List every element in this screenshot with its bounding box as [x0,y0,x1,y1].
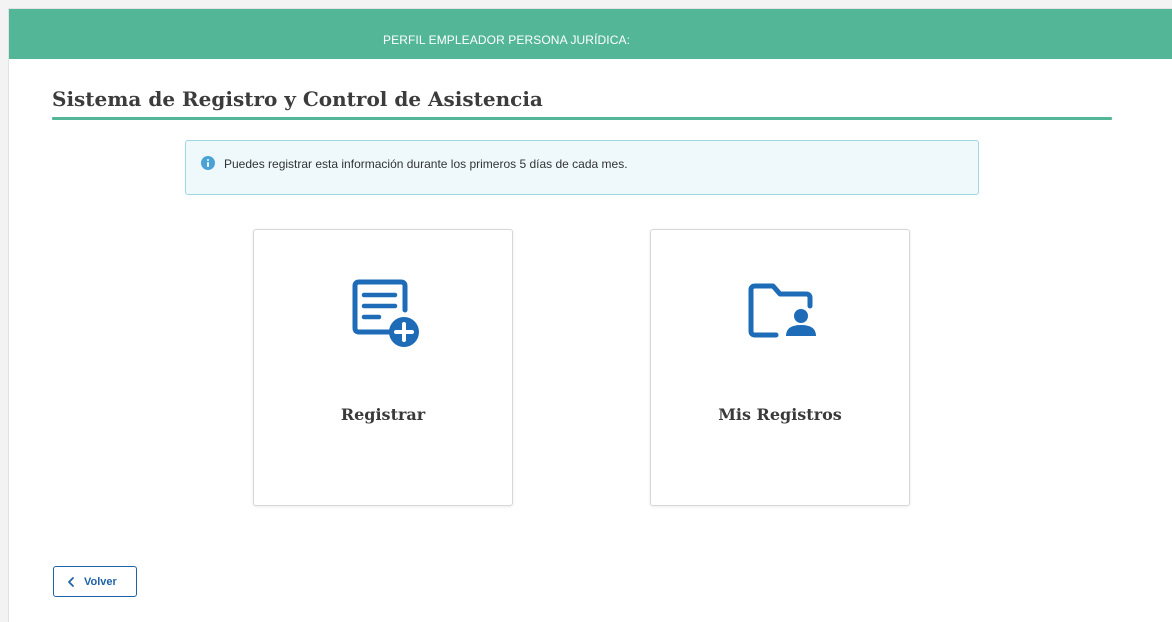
mis-registros-label: Mis Registros [718,405,842,424]
page-title: Sistema de Registro y Control de Asisten… [52,87,543,111]
profile-banner-text: PERFIL EMPLEADOR PERSONA JURÍDICA: [383,33,631,47]
page-container: PERFIL EMPLEADOR PERSONA JURÍDICA: Siste… [8,8,1172,622]
back-button-label: Volver [84,576,117,588]
registrar-card[interactable]: Registrar [253,229,513,506]
folder-user-icon [748,283,816,338]
mis-registros-card[interactable]: Mis Registros [650,229,910,506]
info-alert: Puedes registrar esta información durant… [185,140,979,195]
profile-banner: PERFIL EMPLEADOR PERSONA JURÍDICA: [9,9,1172,59]
back-button[interactable]: Volver [53,566,137,597]
info-icon [201,156,215,170]
title-divider [52,117,1112,120]
info-alert-text: Puedes registrar esta información durant… [224,157,628,171]
registrar-label: Registrar [340,405,426,424]
document-add-icon [352,279,419,347]
chevron-left-icon [68,577,74,587]
